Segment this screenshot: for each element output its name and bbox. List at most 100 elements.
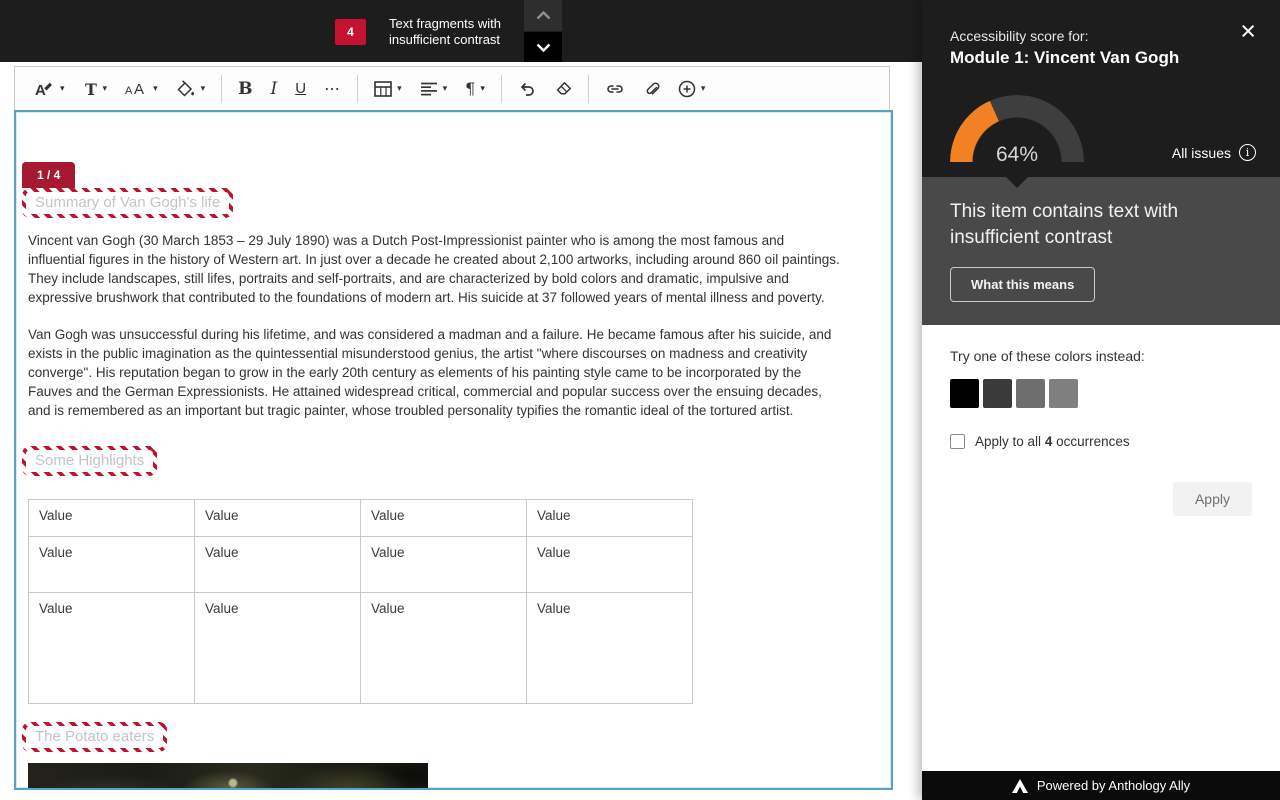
color-suggestion-section: Try one of these colors instead: Apply t… — [922, 325, 1280, 771]
font-color-button[interactable]: A — [25, 72, 74, 106]
flagged-text-heading-2[interactable]: Some Highlights — [22, 446, 157, 476]
issue-label-line1: Text fragments with — [389, 16, 501, 32]
next-issue-button[interactable] — [524, 32, 562, 62]
table-cell: Value — [361, 500, 527, 537]
bold-button[interactable]: B — [229, 72, 261, 106]
text-style-button[interactable]: T — [74, 72, 117, 106]
table-row: Value Value Value Value — [29, 593, 693, 704]
table-row: Value Value Value Value — [29, 500, 693, 537]
panel-header: Accessibility score for: Module 1: Vince… — [922, 0, 1280, 177]
table-cell: Value — [29, 537, 195, 593]
score-percent: 64% — [950, 143, 1084, 167]
color-swatch-4[interactable] — [1049, 379, 1078, 408]
underline-icon: U — [295, 80, 306, 97]
clear-formatting-button[interactable] — [545, 72, 581, 106]
table-cell: Value — [195, 593, 361, 704]
color-swatches — [950, 379, 1252, 408]
align-left-icon — [420, 82, 438, 96]
previous-issue-button[interactable] — [524, 0, 562, 31]
text-style-icon: T — [83, 80, 98, 98]
anthology-logo-icon — [1012, 779, 1028, 793]
toolbar-separator — [357, 75, 358, 103]
chevron-up-icon — [536, 11, 551, 20]
flagged-text-heading-3[interactable]: The Potato eaters — [22, 722, 167, 752]
color-swatch-2[interactable] — [983, 379, 1012, 408]
score-eyebrow-label: Accessibility score for: — [950, 28, 1088, 44]
potato-eaters-image — [28, 763, 428, 790]
table-cell: Value — [195, 500, 361, 537]
toolbar-separator — [588, 75, 589, 103]
table-cell: Value — [527, 500, 693, 537]
all-issues-link[interactable]: All issues i — [1172, 144, 1256, 161]
align-button[interactable] — [411, 72, 457, 106]
footer-text: Powered by Anthology Ally — [1037, 778, 1190, 793]
editor-page: 4 Text fragments with insufficient contr… — [0, 0, 922, 800]
apply-all-prefix: Apply to all — [975, 434, 1041, 449]
italic-icon: I — [271, 79, 278, 99]
underline-button[interactable]: U — [286, 72, 315, 106]
what-this-means-button[interactable]: What this means — [950, 267, 1095, 302]
heading-3: The Potato eaters — [26, 726, 163, 748]
flag-position-badge: 1 / 4 — [22, 162, 75, 188]
attach-file-button[interactable] — [634, 72, 669, 106]
issue-count-badge: 4 — [335, 19, 366, 45]
font-size-icon: A A — [125, 80, 148, 98]
svg-text:A: A — [35, 82, 46, 98]
ally-accessibility-panel: Accessibility score for: Module 1: Vince… — [922, 0, 1280, 800]
undo-button[interactable] — [509, 72, 545, 106]
svg-text:A: A — [134, 81, 144, 98]
insert-content-button[interactable] — [669, 72, 715, 106]
contrast-issue-navigator-bar: 4 Text fragments with insufficient contr… — [0, 0, 922, 62]
module-title: Module 1: Vincent Van Gogh — [950, 48, 1179, 68]
insert-link-button[interactable] — [596, 72, 634, 106]
issue-description-section: This item contains text with insufficien… — [922, 177, 1280, 325]
bold-icon: B — [238, 79, 252, 99]
font-color-icon: A — [34, 80, 55, 98]
table-cell: Value — [361, 593, 527, 704]
apply-all-count: 4 — [1045, 434, 1053, 449]
plus-circle-icon — [678, 80, 696, 98]
table-cell: Value — [527, 537, 693, 593]
issue-label-line2: insufficient contrast — [389, 32, 501, 48]
apply-all-suffix: occurrences — [1056, 434, 1130, 449]
all-issues-label: All issues — [1172, 145, 1231, 161]
table-cell: Value — [361, 537, 527, 593]
apply-all-label: Apply to all 4 occurrences — [975, 434, 1130, 449]
heading-1: Summary of Van Gogh's life — [26, 192, 229, 214]
color-swatch-3[interactable] — [1016, 379, 1045, 408]
paragraph-format-button[interactable]: ¶ — [456, 72, 494, 106]
paragraph-1: Vincent van Gogh (30 March 1853 – 29 Jul… — [28, 231, 840, 307]
paperclip-icon — [643, 80, 660, 98]
heading-2: Some Highlights — [26, 450, 153, 472]
italic-button[interactable]: I — [262, 72, 287, 106]
ally-footer: Powered by Anthology Ally — [922, 771, 1280, 800]
font-size-button[interactable]: A A — [116, 72, 167, 106]
content-table: Value Value Value Value Value Value Valu… — [28, 499, 693, 704]
apply-button[interactable]: Apply — [1173, 482, 1252, 516]
gauge-pointer-notch — [1006, 177, 1028, 188]
undo-icon — [518, 81, 536, 97]
editor-toolbar: A T A A B I U ⋯ — [14, 66, 890, 111]
paragraph-2: Van Gogh was unsuccessful during his lif… — [28, 325, 840, 420]
apply-all-checkbox[interactable] — [950, 434, 965, 449]
table-cell: Value — [29, 593, 195, 704]
info-icon[interactable]: i — [1239, 144, 1256, 161]
table-row: Value Value Value Value — [29, 537, 693, 593]
more-formatting-button[interactable]: ⋯ — [315, 72, 350, 106]
eraser-icon — [554, 81, 572, 97]
try-colors-label: Try one of these colors instead: — [950, 348, 1252, 364]
apply-all-row: Apply to all 4 occurrences — [950, 434, 1252, 449]
chevron-down-icon — [536, 43, 551, 52]
editor-content-area[interactable]: 1 / 4 Summary of Van Gogh's life Vincent… — [14, 110, 893, 790]
table-button[interactable] — [365, 72, 411, 106]
highlight-color-button[interactable] — [167, 72, 215, 106]
link-icon — [605, 81, 625, 97]
flagged-text-heading-1[interactable]: Summary of Van Gogh's life — [22, 188, 233, 218]
ellipsis-icon: ⋯ — [324, 79, 341, 99]
color-swatch-1[interactable] — [950, 379, 979, 408]
svg-text:A: A — [125, 85, 133, 97]
accessibility-score-gauge: 64% — [950, 95, 1084, 177]
close-icon[interactable]: × — [1240, 18, 1256, 45]
svg-text:T: T — [85, 80, 97, 98]
issue-message: This item contains text with insufficien… — [950, 199, 1250, 251]
